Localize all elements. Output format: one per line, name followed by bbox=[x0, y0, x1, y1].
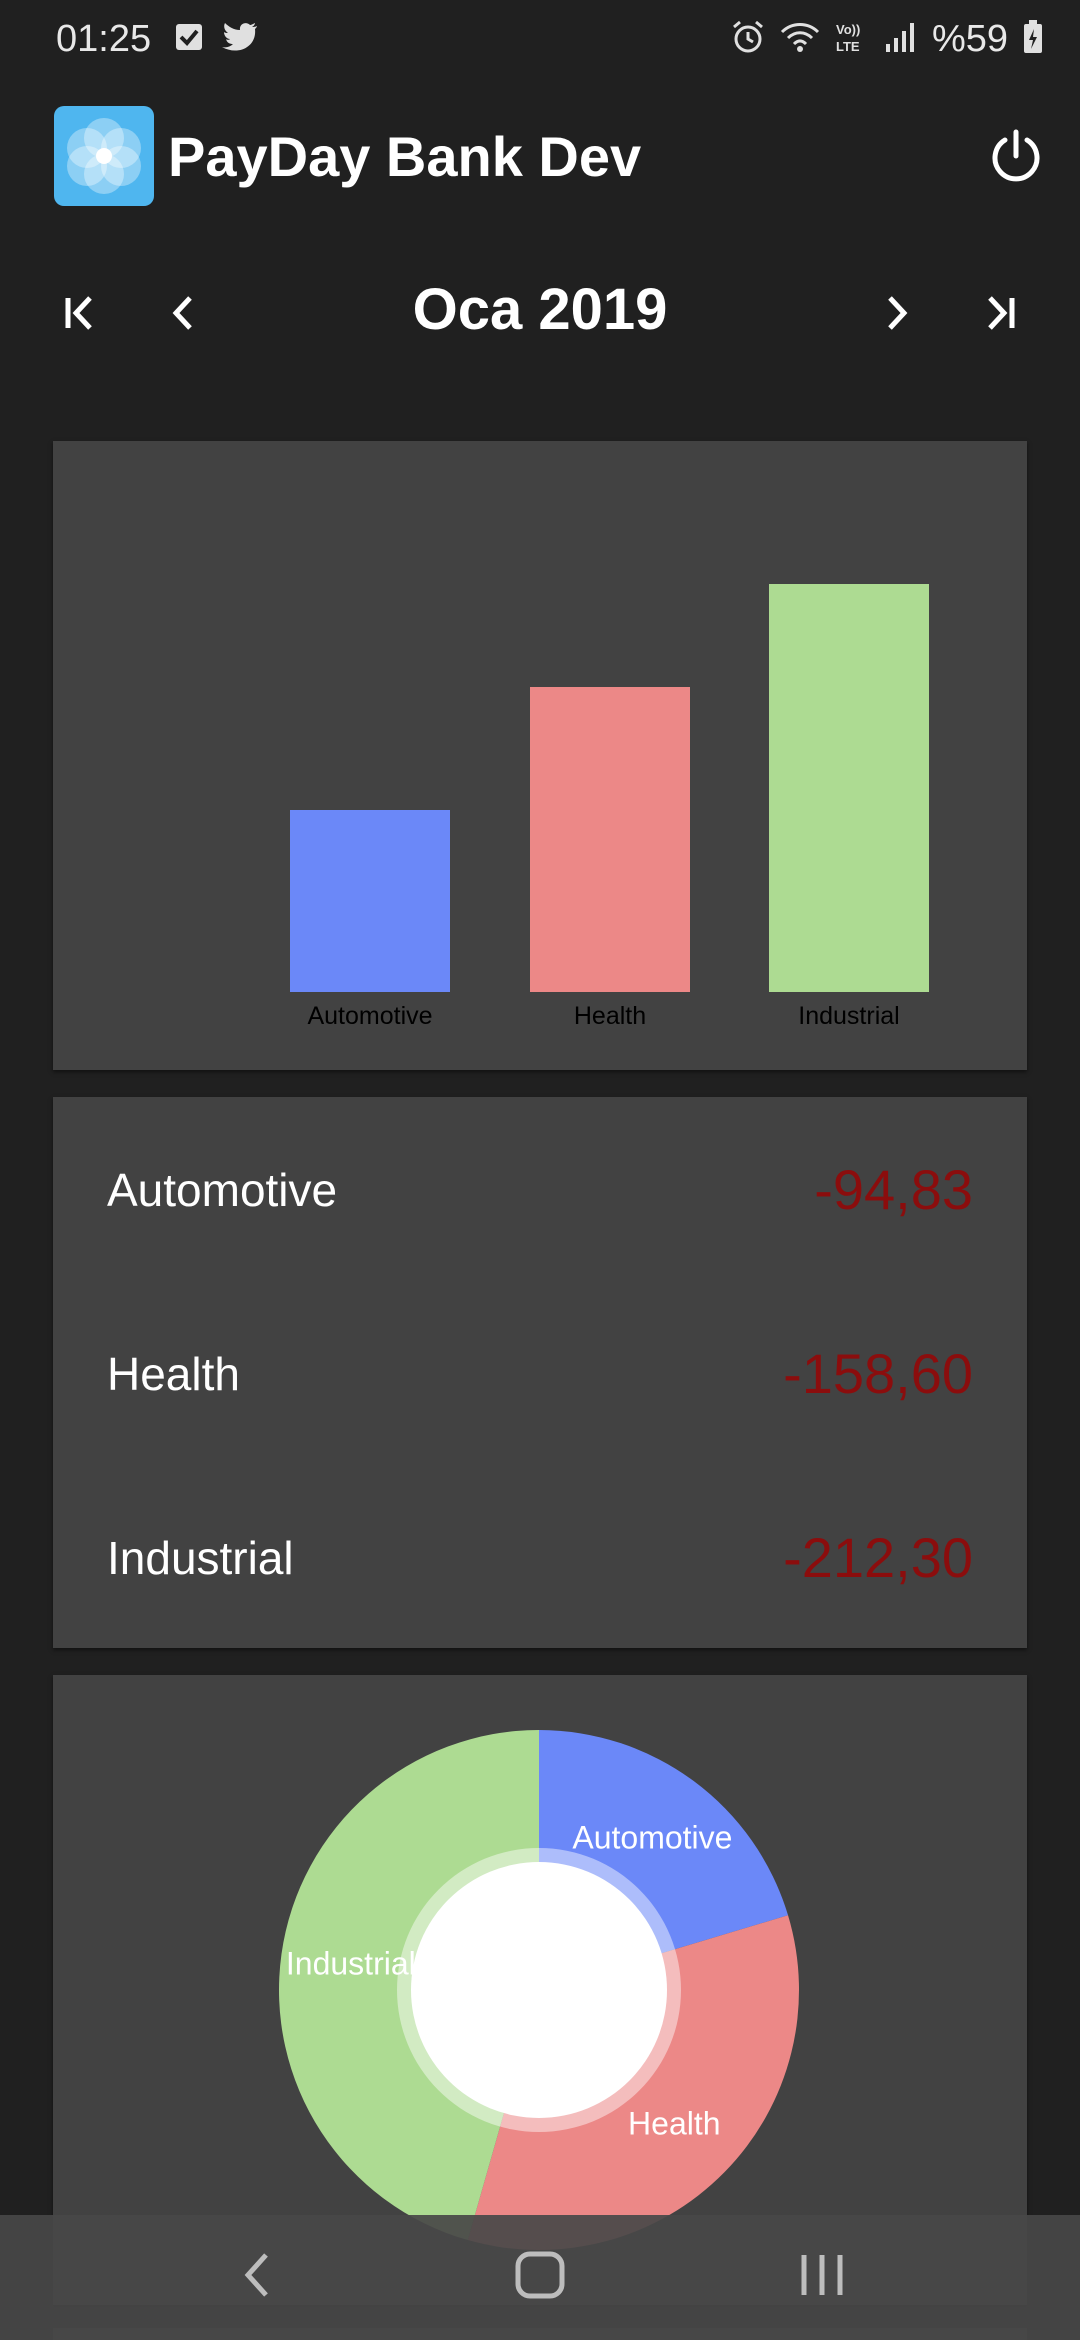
status-right: Vo)) LTE %59 bbox=[730, 18, 1044, 61]
system-navigation-bar bbox=[0, 2215, 1080, 2340]
recents-icon bbox=[801, 2255, 843, 2295]
battery-icon bbox=[1022, 19, 1044, 60]
app-title: PayDay Bank Dev bbox=[168, 125, 642, 188]
home-button[interactable] bbox=[510, 2245, 570, 2305]
summary-label: Health bbox=[107, 1348, 240, 1400]
last-page-button[interactable] bbox=[966, 278, 1036, 348]
donut-chart-card: Automotive Health Industrial bbox=[53, 1675, 1027, 2305]
summary-label: Automotive bbox=[107, 1164, 338, 1216]
svg-text:LTE: LTE bbox=[836, 39, 860, 54]
next-month-button[interactable] bbox=[862, 278, 932, 348]
bar-label: Automotive bbox=[307, 1002, 433, 1030]
battery-percent: %59 bbox=[931, 18, 1008, 60]
slice-label: Industrial bbox=[286, 1946, 416, 1982]
category-summary-card: Automotive -94,83 Health -158,60 Industr… bbox=[53, 1097, 1027, 1648]
donut-chart: Automotive Health Industrial bbox=[278, 1730, 799, 2250]
last-page-icon bbox=[988, 296, 1015, 330]
summary-label: Industrial bbox=[107, 1532, 294, 1584]
previous-month-button[interactable] bbox=[148, 278, 218, 348]
checkbox-notification-icon bbox=[174, 22, 204, 57]
twitter-icon bbox=[222, 22, 258, 57]
summary-value: -158,60 bbox=[783, 1342, 973, 1405]
bar-chart-card: Automotive Health Industrial bbox=[53, 441, 1027, 1070]
status-time: 01:25 bbox=[56, 18, 152, 60]
power-button[interactable] bbox=[986, 126, 1046, 186]
signal-icon bbox=[884, 20, 918, 59]
bar-industrial bbox=[769, 584, 929, 992]
svg-text:Vo)): Vo)) bbox=[836, 22, 860, 37]
summary-value: -94,83 bbox=[814, 1158, 973, 1221]
volte-icon: Vo)) LTE bbox=[834, 19, 870, 60]
slice-label: Health bbox=[628, 2105, 721, 2141]
slice-label: Automotive bbox=[572, 1820, 732, 1856]
first-page-icon bbox=[65, 296, 92, 330]
recents-button[interactable] bbox=[792, 2245, 852, 2305]
summary-value: -212,30 bbox=[783, 1526, 973, 1589]
month-label: Oca 2019 bbox=[412, 277, 668, 342]
bar-label: Industrial bbox=[798, 1002, 900, 1030]
first-page-button[interactable] bbox=[44, 278, 114, 348]
bar-automotive bbox=[290, 810, 450, 992]
status-bar: 01:25 Vo)) LTE %59 bbox=[0, 0, 1080, 84]
flower-logo-icon bbox=[54, 106, 154, 206]
donut-hole bbox=[411, 1862, 667, 2118]
chevron-left-icon bbox=[172, 296, 192, 330]
chevron-right-icon bbox=[888, 296, 908, 330]
alarm-icon bbox=[730, 19, 766, 60]
back-button[interactable] bbox=[228, 2245, 288, 2305]
home-icon bbox=[515, 2251, 565, 2299]
wifi-icon bbox=[780, 20, 820, 59]
bar-health bbox=[530, 687, 690, 992]
bar-label: Health bbox=[573, 1002, 647, 1030]
back-icon bbox=[244, 2253, 268, 2297]
power-icon bbox=[992, 129, 1040, 182]
